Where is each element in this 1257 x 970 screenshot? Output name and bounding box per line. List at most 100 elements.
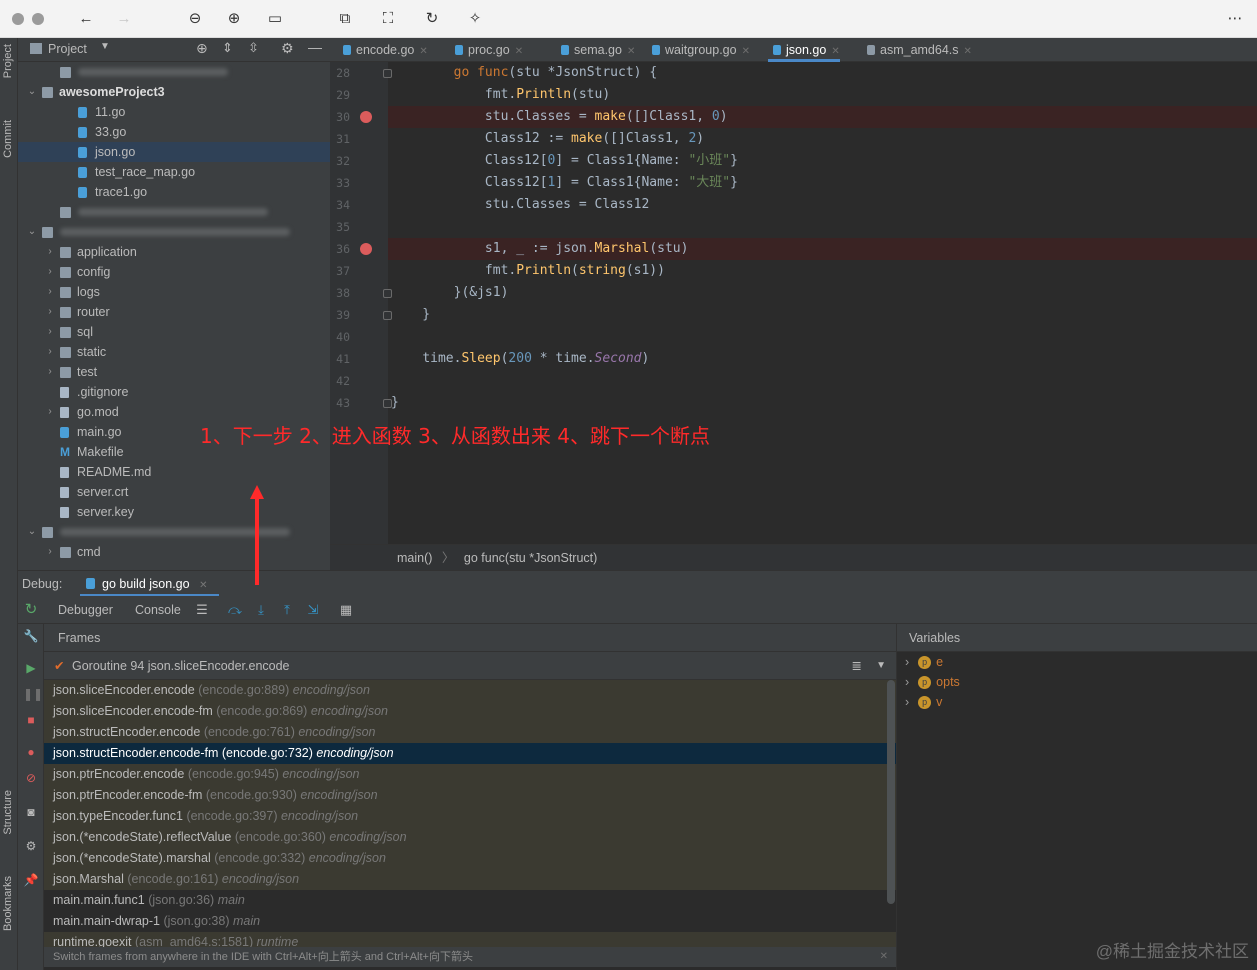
evaluate-table-icon[interactable]: ▦ bbox=[338, 602, 354, 618]
stop-icon[interactable]: ■ bbox=[23, 712, 39, 728]
close-icon[interactable]: ✕ bbox=[515, 46, 523, 57]
commit-tool-tab[interactable]: Commit bbox=[2, 120, 14, 158]
chevron-down-icon[interactable]: ⌄ bbox=[26, 82, 38, 102]
frame-row[interactable]: json.structEncoder.encode (encode.go:761… bbox=[44, 722, 896, 743]
tree-item[interactable]: json.go bbox=[18, 142, 330, 162]
locate-icon[interactable]: ⊕ bbox=[196, 40, 208, 57]
tree-item[interactable]: test_race_map.go bbox=[18, 162, 330, 182]
rerun-icon[interactable]: ↻ bbox=[18, 596, 44, 624]
gear-icon[interactable]: ⚙ bbox=[281, 40, 294, 57]
variable-row[interactable]: › p opts bbox=[905, 672, 960, 692]
collapse-all-icon[interactable]: ⇳ bbox=[248, 40, 259, 56]
expand-all-icon[interactable]: ⇕ bbox=[222, 40, 233, 56]
chevron-right-icon[interactable]: › bbox=[44, 402, 56, 422]
chevron-down-icon[interactable]: ⌄ bbox=[26, 222, 38, 242]
tree-item[interactable] bbox=[18, 62, 330, 82]
tree-item[interactable]: ⌄ awesomeProject3 bbox=[18, 82, 330, 102]
copy-icon[interactable]: ⧉ bbox=[333, 8, 357, 30]
frame-row[interactable]: main.main-dwrap-1 (json.go:38) main bbox=[44, 911, 896, 932]
structure-tool-tab[interactable]: Structure bbox=[2, 790, 14, 835]
code-editor[interactable]: 28 29 30 31 32 33 34 35 36 37 38 39 40 41 42 43 go func… bbox=[330, 62, 1257, 544]
chevron-right-icon[interactable]: › bbox=[44, 282, 56, 302]
breakpoint-icon[interactable] bbox=[360, 243, 372, 255]
chevron-down-icon[interactable]: ▼ bbox=[876, 652, 886, 680]
pin-icon[interactable]: 📌 bbox=[23, 872, 39, 888]
tree-item[interactable]: .gitignore bbox=[18, 382, 330, 402]
close-icon[interactable]: ✕ bbox=[199, 580, 207, 591]
frame-row[interactable]: json.sliceEncoder.encode (encode.go:889)… bbox=[44, 680, 896, 701]
forward-arrow-icon[interactable]: → bbox=[112, 8, 136, 30]
variable-row[interactable]: › p e bbox=[905, 652, 943, 672]
chevron-right-icon[interactable]: › bbox=[44, 342, 56, 362]
chevron-right-icon[interactable]: › bbox=[44, 362, 56, 382]
wrench-icon[interactable]: 🔧 bbox=[23, 628, 39, 644]
hide-panel-icon[interactable]: — bbox=[308, 39, 322, 55]
back-arrow-icon[interactable]: ← bbox=[74, 8, 98, 30]
frame-row[interactable]: json.typeEncoder.func1 (encode.go:397) e… bbox=[44, 806, 896, 827]
tree-item[interactable]: › test bbox=[18, 362, 330, 382]
variable-row[interactable]: › p v bbox=[905, 692, 942, 712]
fit-width-icon[interactable]: ▭ bbox=[263, 8, 287, 30]
tab-waitgroup-go[interactable]: waitgroup.go ✕ bbox=[647, 38, 750, 62]
tree-item[interactable]: 11.go bbox=[18, 102, 330, 122]
chevron-right-icon[interactable]: › bbox=[44, 302, 56, 322]
rotate-icon[interactable]: ↻ bbox=[420, 8, 444, 30]
breadcrumb-func[interactable]: go func(stu *JsonStruct) bbox=[464, 551, 597, 565]
chevron-right-icon[interactable]: › bbox=[44, 322, 56, 342]
close-icon[interactable]: ✕ bbox=[831, 46, 839, 57]
settings-icon[interactable]: ⚙ bbox=[23, 838, 39, 854]
frame-row[interactable]: json.structEncoder.encode-fm (encode.go:… bbox=[44, 743, 896, 764]
magic-wand-icon[interactable]: ✧ bbox=[463, 8, 487, 30]
breadcrumb-main[interactable]: main() bbox=[397, 551, 432, 565]
zoom-out-icon[interactable]: ⊖ bbox=[183, 8, 207, 30]
frame-row[interactable]: json.(*encodeState).reflectValue (encode… bbox=[44, 827, 896, 848]
goroutine-selector[interactable]: ✔ Goroutine 94 json.sliceEncoder.encode … bbox=[44, 652, 896, 680]
tree-item[interactable]: server.key bbox=[18, 502, 330, 522]
frame-row[interactable]: json.ptrEncoder.encode-fm (encode.go:930… bbox=[44, 785, 896, 806]
tab-proc-go[interactable]: proc.go ✕ bbox=[450, 38, 523, 62]
tree-item[interactable]: › application bbox=[18, 242, 330, 262]
step-into-icon[interactable]: ⤓ bbox=[253, 602, 269, 618]
resume-icon[interactable]: ▶ bbox=[23, 660, 39, 676]
chevron-down-icon[interactable]: ⌄ bbox=[26, 522, 38, 542]
tab-console[interactable]: Console bbox=[135, 596, 181, 624]
view-breakpoints-icon[interactable]: ● bbox=[23, 744, 39, 760]
chevron-right-icon[interactable]: › bbox=[44, 262, 56, 282]
close-window-button[interactable] bbox=[12, 13, 24, 25]
tree-item[interactable]: › go.mod bbox=[18, 402, 330, 422]
mute-breakpoints-icon[interactable]: ⊘ bbox=[23, 770, 39, 786]
tree-item[interactable]: ⌄ bbox=[18, 222, 330, 242]
more-menu-icon[interactable]: ⋯ bbox=[1223, 8, 1247, 30]
tab-sema-go[interactable]: sema.go ✕ bbox=[556, 38, 635, 62]
frames-scrollbar[interactable] bbox=[887, 680, 895, 904]
tree-item[interactable]: 33.go bbox=[18, 122, 330, 142]
minimize-window-button[interactable] bbox=[32, 13, 44, 25]
zoom-in-icon[interactable]: ⊕ bbox=[222, 8, 246, 30]
step-over-icon[interactable]: ⤼ bbox=[227, 602, 243, 618]
tree-item[interactable]: › sql bbox=[18, 322, 330, 342]
tab-debugger[interactable]: Debugger bbox=[58, 596, 113, 624]
chevron-down-icon[interactable]: ▼ bbox=[100, 41, 110, 52]
project-tool-tab[interactable]: Project bbox=[2, 44, 14, 78]
tab-json-go[interactable]: json.go ✕ bbox=[768, 38, 840, 62]
close-icon[interactable]: ✕ bbox=[627, 46, 635, 57]
tree-item[interactable]: server.crt bbox=[18, 482, 330, 502]
tree-item[interactable]: trace1.go bbox=[18, 182, 330, 202]
tree-item[interactable]: › config bbox=[18, 262, 330, 282]
tree-item[interactable]: › static bbox=[18, 342, 330, 362]
debug-config-tab[interactable]: go build json.go ✕ bbox=[80, 571, 220, 597]
tree-item[interactable]: README.md bbox=[18, 462, 330, 482]
close-icon[interactable]: ✕ bbox=[742, 46, 750, 57]
tree-item[interactable]: ⌄ bbox=[18, 522, 330, 542]
pause-icon[interactable]: ❚❚ bbox=[23, 686, 43, 702]
project-panel-title[interactable]: Project bbox=[48, 42, 87, 56]
frame-row[interactable]: json.Marshal (encode.go:161) encoding/js… bbox=[44, 869, 896, 890]
tab-asm-amd64-s[interactable]: asm_amd64.s ✕ bbox=[862, 38, 972, 62]
filter-list-icon[interactable]: ≣ bbox=[852, 652, 862, 680]
chevron-right-icon[interactable]: › bbox=[905, 695, 909, 709]
step-out-icon[interactable]: ⤒ bbox=[279, 602, 295, 618]
tree-item[interactable]: › logs bbox=[18, 282, 330, 302]
frame-row[interactable]: json.(*encodeState).marshal (encode.go:3… bbox=[44, 848, 896, 869]
tab-encode-go[interactable]: encode.go ✕ bbox=[338, 38, 428, 62]
close-icon[interactable]: ✕ bbox=[880, 947, 888, 967]
